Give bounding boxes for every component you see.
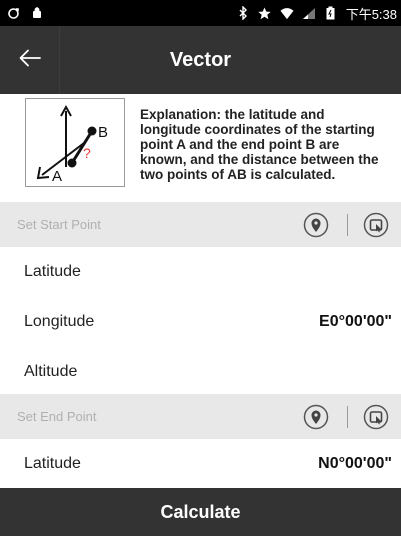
signal-icon	[302, 6, 316, 20]
status-bar: 下午5:38	[0, 0, 401, 26]
bluetooth-icon	[236, 6, 250, 20]
end-latitude-value: N0°00'00"	[318, 455, 392, 472]
app-bar: Vector	[0, 26, 401, 94]
star-icon	[258, 6, 272, 20]
end-point-header: Set End Point	[0, 394, 401, 439]
diagram-label-b: B	[98, 124, 108, 141]
wifi-icon	[280, 6, 294, 20]
vector-diagram: B A ?	[25, 98, 125, 187]
map-select-icon[interactable]	[363, 404, 389, 430]
start-point-header: Set Start Point	[0, 202, 401, 247]
start-longitude-value: E0°00'00"	[319, 313, 392, 330]
header-divider	[347, 406, 348, 428]
calculate-button[interactable]: Calculate	[0, 488, 401, 536]
explanation-panel: B A ? Explanation: the latitude and long…	[0, 94, 401, 202]
explanation-line: longitude coordinates of the starting	[140, 122, 375, 137]
diagram-label-a: A	[52, 168, 62, 185]
end-latitude-row[interactable]: Latitude N0°00'00"	[0, 439, 401, 489]
sync-icon	[6, 6, 20, 20]
start-longitude-row[interactable]: Longitude E0°00'00"	[0, 297, 401, 347]
explanation-line: point A and the end point B are	[140, 137, 340, 152]
start-altitude-row[interactable]: Altitude	[0, 347, 401, 397]
start-point-label: Set Start Point	[17, 217, 101, 232]
battery-icon	[324, 6, 338, 20]
diagram-label-question: ?	[83, 145, 91, 161]
start-latitude-row[interactable]: Latitude	[0, 247, 401, 297]
page-title: Vector	[169, 49, 232, 71]
status-time: 下午5:38	[345, 6, 397, 22]
android-icon	[30, 6, 44, 20]
explanation-line: Explanation: the latitude and	[140, 107, 325, 122]
header-divider	[347, 214, 348, 236]
start-altitude-label: Altitude	[24, 363, 78, 380]
end-point-label: Set End Point	[17, 409, 97, 424]
location-pin-icon[interactable]	[303, 212, 329, 238]
map-select-icon[interactable]	[363, 212, 389, 238]
explanation-line: two points of AB is calculated.	[140, 167, 336, 182]
start-latitude-label: Latitude	[24, 263, 81, 280]
start-longitude-label: Longitude	[24, 313, 95, 330]
explanation-text: Explanation: the latitude and longitude …	[140, 107, 392, 182]
location-pin-icon[interactable]	[303, 404, 329, 430]
explanation-line: known, and the distance between the	[140, 152, 379, 167]
end-latitude-label: Latitude	[24, 455, 81, 472]
